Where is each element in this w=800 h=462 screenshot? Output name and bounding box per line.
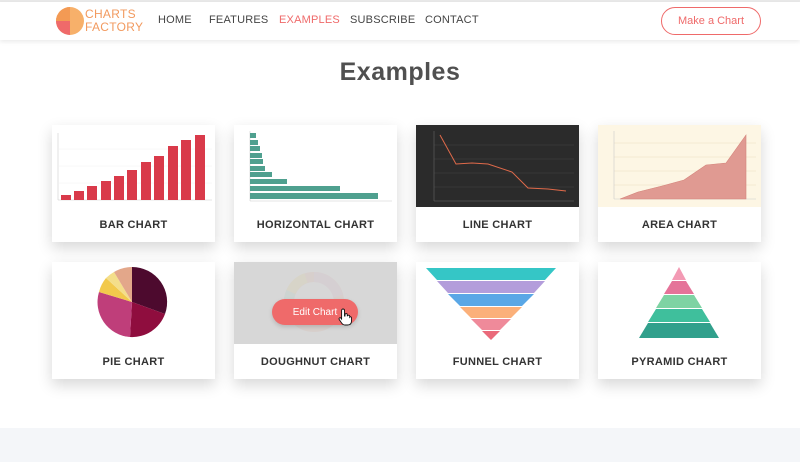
example-card-horizontal[interactable]: HORIZONTAL CHART (234, 125, 397, 242)
nav-home[interactable]: HOME (158, 14, 192, 26)
example-card-pie[interactable]: PIE CHART (52, 262, 215, 379)
card-label: PIE CHART (102, 355, 165, 368)
card-label: AREA CHART (641, 218, 718, 231)
nav-examples[interactable]: EXAMPLES (279, 14, 340, 26)
card-thumbnail (234, 125, 397, 207)
line-chart-thumbnail-icon (416, 125, 579, 207)
nav-contact[interactable]: CONTACT (425, 14, 479, 26)
card-label: PYRAMID CHART (631, 355, 728, 368)
example-card-line[interactable]: LINE CHART (416, 125, 579, 242)
card-thumbnail: Edit Chart (234, 262, 397, 344)
card-thumbnail (52, 262, 215, 344)
example-card-funnel[interactable]: FUNNEL CHART (416, 262, 579, 379)
card-label: FUNNEL CHART (452, 355, 543, 368)
example-card-doughnut[interactable]: Edit Chart DOUGHNUT CHART (234, 262, 397, 379)
pie-chart-thumbnail-icon (52, 262, 215, 344)
example-card-bar[interactable]: BAR CHART (52, 125, 215, 242)
make-a-chart-button[interactable]: Make a Chart (661, 7, 761, 35)
funnel-chart-thumbnail-icon (416, 262, 579, 344)
hand-cursor-icon (338, 308, 352, 326)
card-label: BAR CHART (99, 218, 168, 231)
card-label: DOUGHNUT CHART (260, 355, 371, 368)
nav-subscribe[interactable]: SUBSCRIBE (350, 14, 415, 26)
card-label: LINE CHART (462, 218, 533, 231)
nav-features[interactable]: FEATURES (209, 14, 268, 26)
navbar: CHARTS FACTORY HOME FEATURES EXAMPLES SU… (0, 2, 800, 40)
bar-chart-thumbnail-icon (52, 125, 215, 207)
logo-icon[interactable] (55, 6, 85, 36)
card-thumbnail (416, 262, 579, 344)
horizontal-chart-thumbnail-icon (234, 125, 397, 207)
brand-line-2: FACTORY (85, 20, 144, 34)
example-card-area[interactable]: AREA CHART (598, 125, 761, 242)
example-card-pyramid[interactable]: PYRAMID CHART (598, 262, 761, 379)
card-label: HORIZONTAL CHART (256, 218, 375, 231)
card-thumbnail (598, 125, 761, 207)
page-title: Examples (339, 58, 461, 86)
card-thumbnail (52, 125, 215, 207)
brand-name[interactable]: CHARTS FACTORY (85, 8, 143, 34)
area-chart-thumbnail-icon (598, 125, 761, 207)
footer-band (0, 428, 800, 462)
card-thumbnail (416, 125, 579, 207)
pyramid-chart-thumbnail-icon (598, 262, 761, 344)
card-thumbnail (598, 262, 761, 344)
